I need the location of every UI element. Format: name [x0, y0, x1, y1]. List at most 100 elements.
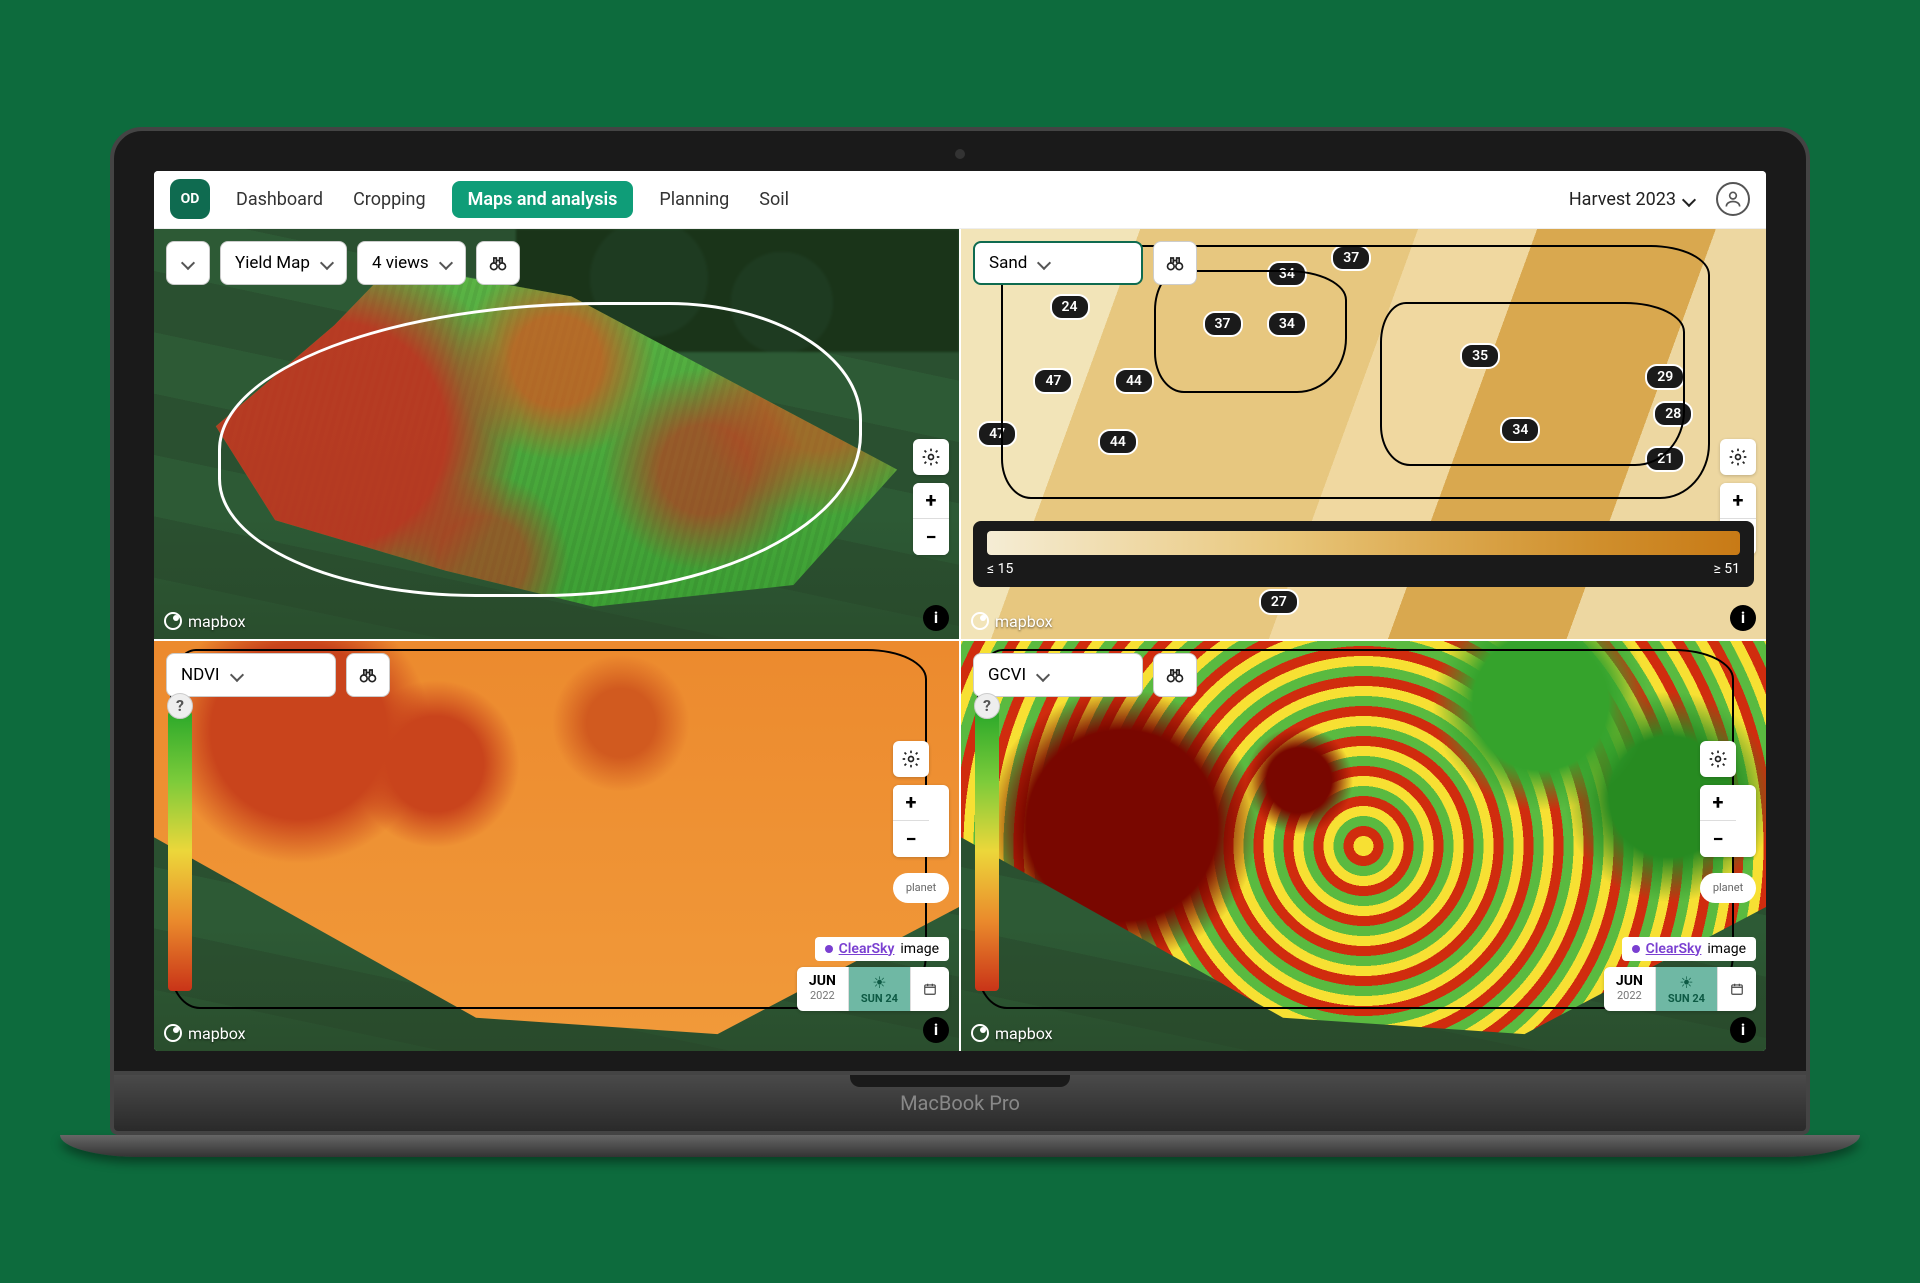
settings-button[interactable] [893, 741, 929, 777]
map-controls: + − planet [1700, 741, 1756, 903]
chevron-down-icon [232, 665, 242, 685]
layer-dropdown[interactable]: Yield Map [220, 241, 347, 285]
settings-button[interactable] [913, 439, 949, 475]
imagery-source-link[interactable]: ClearSky [839, 941, 895, 957]
views-dropdown[interactable]: 4 views [357, 241, 466, 285]
legend-help-button[interactable]: ? [974, 693, 1000, 719]
status-dot-icon [825, 945, 833, 953]
date-dayofweek-label: SUN 24 [861, 992, 898, 1005]
user-avatar-button[interactable] [1716, 182, 1750, 216]
map-quad-grid: Yield Map 4 views [154, 229, 1766, 1051]
date-selector[interactable]: JUN 2022 ☀ SUN 24 [1604, 967, 1756, 1011]
season-label: Harvest 2023 [1569, 189, 1676, 210]
top-nav: OD Dashboard Cropping Maps and analysis … [154, 171, 1766, 229]
map-controls: + − planet [893, 741, 949, 903]
layer-dropdown[interactable]: GCVI [973, 653, 1143, 697]
info-button[interactable]: i [1730, 605, 1756, 631]
date-selector[interactable]: JUN 2022 ☀ SUN 24 [797, 967, 949, 1011]
imagery-date-bar: ClearSky image JUN 2022 ☀ SUN 24 [797, 937, 949, 1011]
panel-sand: 37 24 37 34 34 47 44 35 29 28 47 44 34 2… [961, 229, 1766, 639]
views-dropdown-label: 4 views [372, 253, 429, 273]
zoom-controls: + − [1700, 785, 1756, 857]
zoom-in-button[interactable]: + [1720, 483, 1756, 519]
layer-dropdown-label: Yield Map [235, 253, 310, 273]
layer-dropdown-label: NDVI [181, 665, 220, 685]
zoom-out-button[interactable]: − [1700, 821, 1736, 857]
chevron-down-icon [441, 253, 451, 273]
attribution-label: mapbox [995, 612, 1053, 631]
chevron-down-icon [1039, 253, 1049, 273]
collapse-dropdown[interactable] [166, 241, 210, 285]
imagery-source-suffix: image [900, 941, 939, 957]
binoculars-button[interactable] [476, 241, 520, 285]
date-year-label: 2022 [809, 989, 836, 1002]
zoom-controls: + − [893, 785, 949, 857]
calendar-button[interactable] [911, 967, 949, 1011]
panel-gcvi: GCVI ? [961, 641, 1766, 1051]
info-button[interactable]: i [923, 605, 949, 631]
layer-dropdown[interactable]: NDVI [166, 653, 336, 697]
panel-yield-map: Yield Map 4 views [154, 229, 959, 639]
nav-maps-analysis[interactable]: Maps and analysis [452, 181, 634, 218]
imagery-provider-badge[interactable]: planet [1700, 873, 1756, 903]
panel-ndvi-toolbar: NDVI [166, 653, 390, 697]
layer-dropdown-label: Sand [989, 253, 1027, 273]
date-month-label: JUN [809, 973, 836, 989]
zoom-in-button[interactable]: + [913, 483, 949, 519]
brand-logo[interactable]: OD [170, 179, 210, 219]
legend-help-button[interactable]: ? [167, 693, 193, 719]
binoculars-button[interactable] [1153, 653, 1197, 697]
imagery-source-suffix: image [1707, 941, 1746, 957]
legend-gradient [987, 531, 1740, 555]
legend-min-label: ≤ 15 [987, 561, 1013, 577]
mapbox-logo-icon [164, 612, 182, 630]
layer-dropdown-label: GCVI [988, 665, 1026, 685]
zoom-in-button[interactable]: + [1700, 785, 1736, 821]
map-attribution: mapbox [971, 1024, 1053, 1043]
binoculars-button[interactable] [346, 653, 390, 697]
zoom-out-button[interactable]: − [913, 519, 949, 555]
laptop-notch [850, 1075, 1070, 1087]
app-screen: OD Dashboard Cropping Maps and analysis … [154, 171, 1766, 1051]
imagery-source-link[interactable]: ClearSky [1646, 941, 1702, 957]
panel-sand-toolbar: Sand [973, 241, 1197, 285]
chevron-down-icon [322, 253, 332, 273]
panel-yield-toolbar: Yield Map 4 views [166, 241, 520, 285]
settings-button[interactable] [1720, 439, 1756, 475]
info-button[interactable]: i [1730, 1017, 1756, 1043]
gear-icon [1728, 447, 1748, 467]
zone-boundary [1380, 302, 1686, 466]
user-icon [1723, 189, 1743, 209]
nav-planning[interactable]: Planning [655, 181, 733, 218]
zoom-out-button[interactable]: − [893, 821, 929, 857]
attribution-label: mapbox [995, 1024, 1053, 1043]
attribution-label: mapbox [188, 1024, 246, 1043]
zone-value: 27 [1259, 589, 1299, 615]
season-selector[interactable]: Harvest 2023 [1569, 189, 1694, 210]
laptop-base-edge [60, 1135, 1860, 1157]
zoom-in-button[interactable]: + [893, 785, 929, 821]
attribution-label: mapbox [188, 612, 246, 631]
calendar-icon [923, 979, 937, 999]
binoculars-button[interactable] [1153, 241, 1197, 285]
zoom-controls: + − [913, 483, 949, 555]
date-month-label: JUN [1616, 973, 1643, 989]
mapbox-logo-icon [164, 1024, 182, 1042]
layer-dropdown[interactable]: Sand [973, 241, 1143, 285]
panel-gcvi-toolbar: GCVI [973, 653, 1197, 697]
imagery-provider-badge[interactable]: planet [893, 873, 949, 903]
calendar-button[interactable] [1718, 967, 1756, 1011]
info-button[interactable]: i [923, 1017, 949, 1043]
mapbox-logo-icon [971, 1024, 989, 1042]
laptop-base-label-bar: MacBook Pro [110, 1075, 1810, 1135]
nav-cropping[interactable]: Cropping [349, 181, 430, 218]
device-label: MacBook Pro [900, 1091, 1020, 1115]
laptop-mockup: OD Dashboard Cropping Maps and analysis … [110, 127, 1810, 1157]
nav-dashboard[interactable]: Dashboard [232, 181, 327, 218]
settings-button[interactable] [1700, 741, 1736, 777]
nav-soil[interactable]: Soil [755, 181, 793, 218]
imagery-source-chip: ClearSky image [1622, 937, 1756, 961]
binoculars-icon [1165, 253, 1185, 273]
binoculars-icon [358, 665, 378, 685]
gcvi-legend-gradient: ? [975, 711, 999, 991]
